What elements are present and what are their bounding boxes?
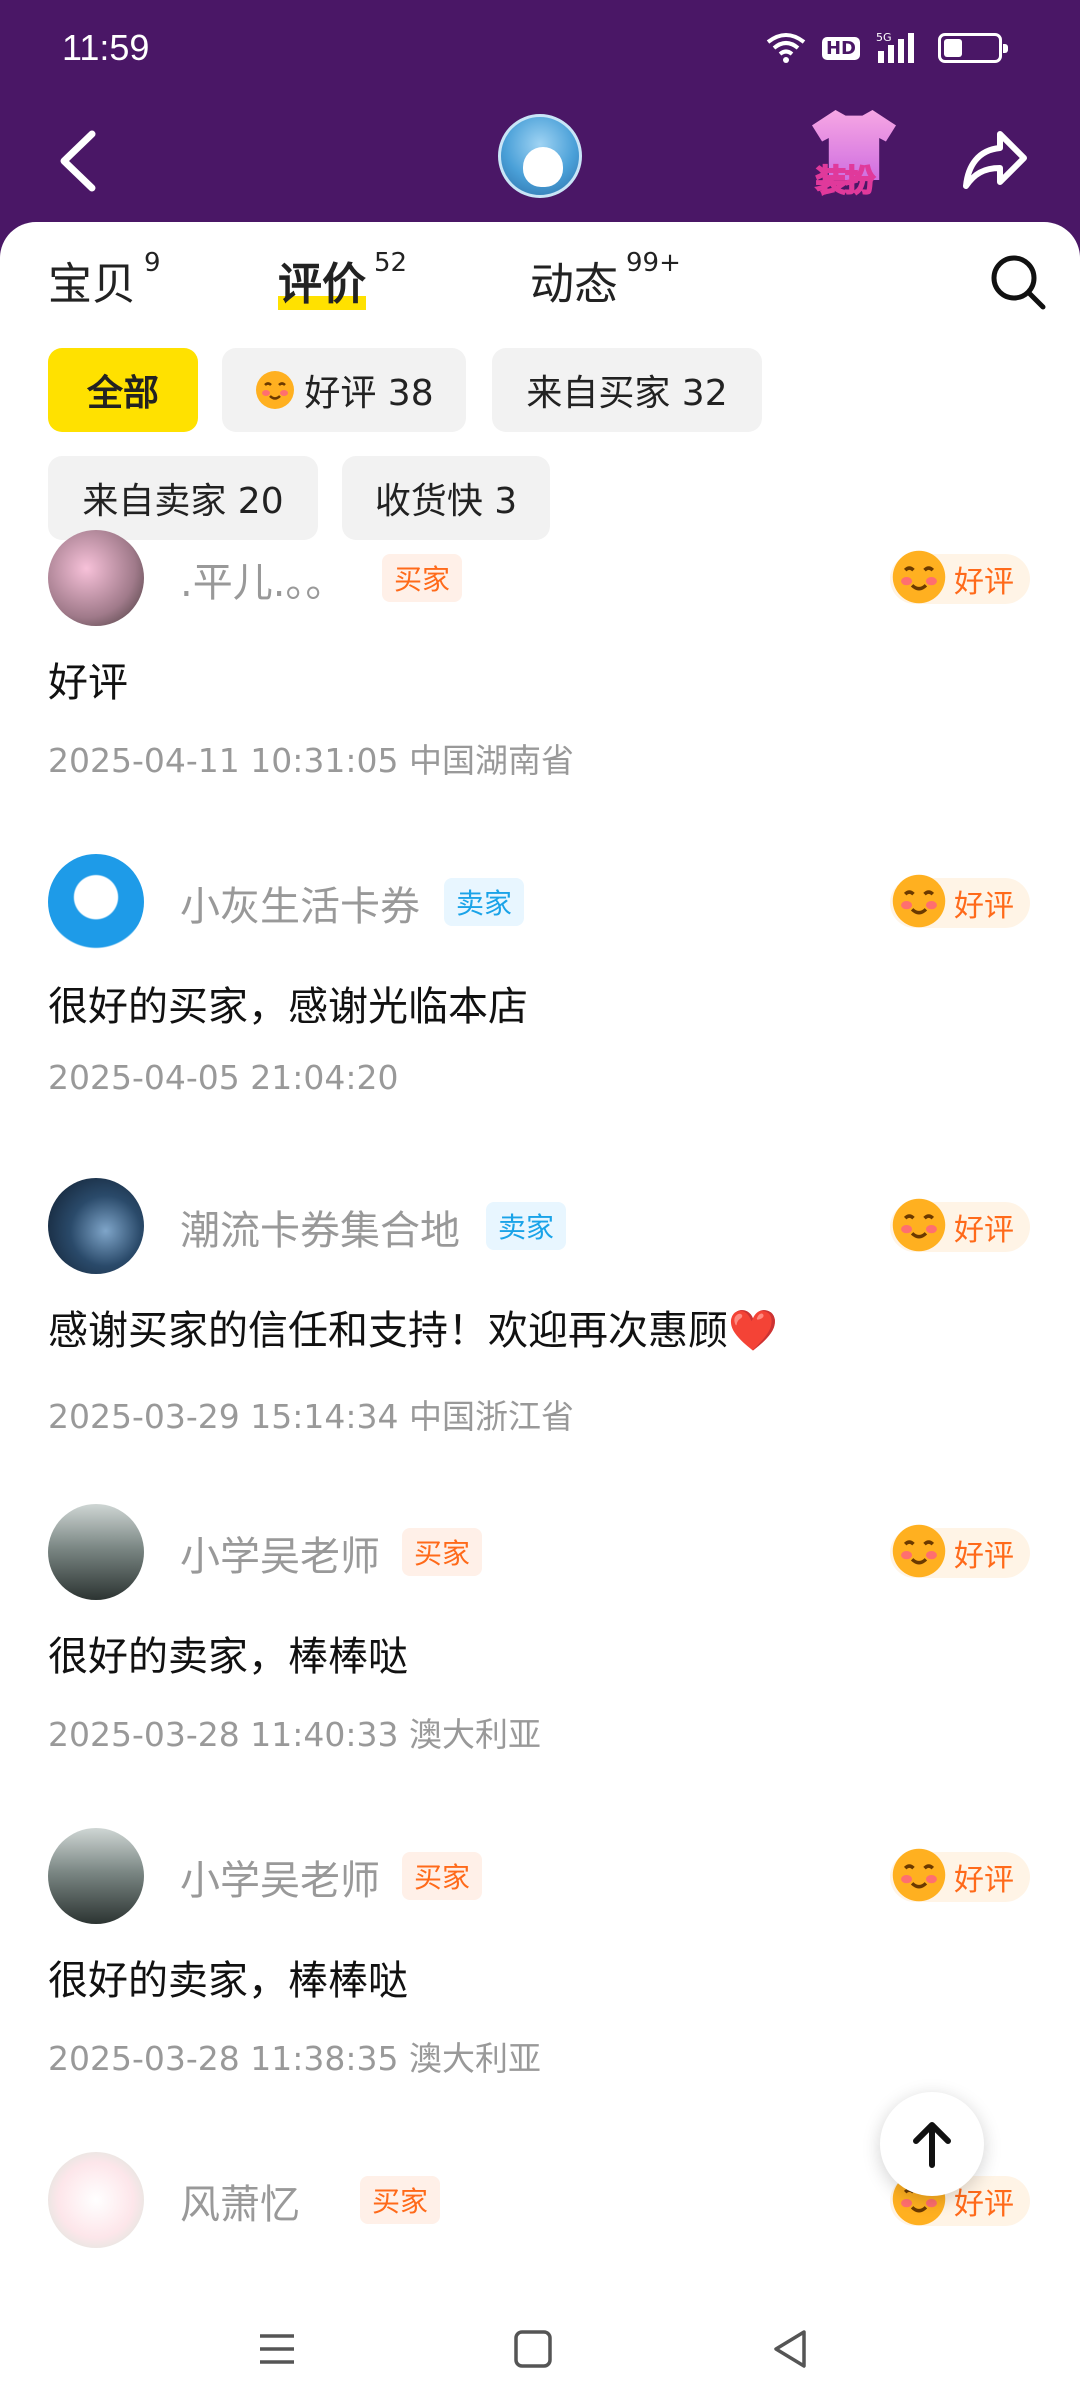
rating-label: 好评 [954, 1539, 1014, 1574]
smile-emoji-icon [892, 1198, 946, 1252]
rating-badge: 好评 [890, 874, 1030, 928]
rating-label: 好评 [954, 1213, 1014, 1248]
avatar[interactable] [48, 1828, 144, 1924]
scroll-to-top-button[interactable] [880, 2092, 984, 2196]
tab-reviews[interactable]: 评价 52 [278, 248, 407, 312]
review-meta: 2025-03-28 11:38:35 澳大利亚 [48, 2032, 541, 2080]
rating-badge: 好评 [890, 1524, 1030, 1578]
rating-badge: 好评 [890, 1848, 1030, 1902]
tab-count: 9 [144, 248, 161, 278]
share-icon[interactable] [960, 124, 1030, 194]
review-meta: 2025-03-28 11:40:33 澳大利亚 [48, 1708, 541, 1756]
tab-bar: 宝贝 9 评价 52 动态 99+ [0, 222, 1080, 342]
cat-illustration [523, 147, 563, 187]
review-comment: 好评 [48, 660, 128, 706]
menu-icon[interactable] [252, 2324, 302, 2374]
back-icon[interactable] [50, 126, 110, 196]
reviewer-name[interactable]: 小灰生活卡券 [180, 874, 420, 932]
role-badge: 买家 [360, 2176, 441, 2224]
review-location: 中国浙江省 [408, 1397, 574, 1436]
avatar[interactable] [48, 530, 144, 626]
rating-badge: 好评 [890, 1198, 1030, 1252]
reviewer-name[interactable]: 小学吴老师 [180, 1848, 380, 1906]
home-icon[interactable] [508, 2324, 558, 2374]
shop-avatar[interactable] [498, 114, 582, 198]
reviewer-name[interactable]: 风萧忆 [180, 2172, 320, 2230]
chip-label: 好评 38 [304, 373, 434, 414]
rating-label: 好评 [954, 565, 1014, 600]
role-badge: 买家 [402, 1528, 483, 1576]
reviewer-name[interactable]: 小学吴老师 [180, 1524, 380, 1582]
review-comment: 很好的卖家，棒棒哒 [48, 1958, 408, 2004]
dress-up-label: 装扮 [815, 163, 876, 200]
avatar[interactable] [48, 1178, 144, 1274]
review-location: 澳大利亚 [408, 2039, 541, 2078]
role-badge: 卖家 [486, 1202, 567, 1250]
smile-emoji-icon [256, 371, 295, 409]
filter-from-buyer[interactable]: 来自买家 32 [492, 348, 762, 432]
review-comment: 很好的卖家，棒棒哒 [48, 1634, 408, 1680]
top-nav: 装扮 [0, 96, 1080, 226]
arrow-up-icon [913, 2122, 951, 2168]
smile-emoji-icon [892, 874, 946, 928]
rating-label: 好评 [954, 889, 1014, 924]
avatar[interactable] [48, 2152, 144, 2248]
tab-label: 评价 [278, 248, 366, 312]
smile-emoji-icon [892, 550, 946, 604]
filter-from-seller[interactable]: 来自卖家 20 [48, 456, 318, 540]
review-time: 2025-03-28 11:38:35 [48, 2039, 399, 2078]
review-time: 2025-03-29 15:14:34 [48, 1397, 399, 1436]
tab-moments[interactable]: 动态 99+ [530, 248, 681, 312]
role-badge: 买家 [402, 1852, 483, 1900]
review-time: 2025-04-11 10:31:05 [48, 741, 399, 780]
tab-count: 99+ [626, 248, 681, 278]
review-meta: 2025-04-05 21:04:20 [48, 1058, 398, 1097]
chip-label: 来自买家 32 [526, 373, 728, 414]
filter-all[interactable]: 全部 [48, 348, 198, 432]
battery-icon [938, 33, 1008, 63]
review-comment: 感谢买家的信任和支持！欢迎再次惠顾❤️ [48, 1308, 778, 1354]
role-badge: 卖家 [444, 878, 525, 926]
review-comment: 很好的买家，感谢光临本店 [48, 984, 528, 1030]
tab-label: 宝贝 [48, 259, 136, 310]
back-nav-icon[interactable] [766, 2324, 816, 2374]
smile-emoji-icon [892, 1848, 946, 1902]
rating-badge: 好评 [890, 550, 1030, 604]
search-icon[interactable] [988, 252, 1048, 312]
tab-label: 动态 [530, 259, 618, 310]
svg-text:5G: 5G [876, 31, 892, 44]
review-location: 澳大利亚 [408, 1715, 541, 1754]
review-time: 2025-04-05 21:04:20 [48, 1058, 399, 1097]
status-time: 11:59 [62, 27, 150, 68]
review-meta: 2025-04-11 10:31:05 中国湖南省 [48, 734, 574, 782]
rating-label: 好评 [954, 1863, 1014, 1898]
review-meta: 2025-03-29 15:14:34 中国浙江省 [48, 1390, 574, 1438]
signal-icon: 5G [876, 31, 914, 63]
review-location: 中国湖南省 [408, 741, 574, 780]
chip-label: 收货快 3 [374, 481, 518, 522]
review-time: 2025-03-28 11:40:33 [48, 1715, 399, 1754]
status-bar: 11:59 HD 5G [0, 0, 1080, 96]
wifi-icon [766, 33, 806, 63]
filter-fast-delivery[interactable]: 收货快 3 [342, 456, 550, 540]
hd-icon: HD [821, 36, 860, 60]
avatar[interactable] [48, 854, 144, 950]
dress-up-button[interactable]: 装扮 [812, 110, 896, 200]
chip-label: 来自卖家 20 [82, 481, 284, 522]
smile-emoji-icon [892, 1524, 946, 1578]
role-badge: 买家 [382, 554, 463, 602]
avatar[interactable] [48, 1504, 144, 1600]
chip-label: 全部 [86, 373, 159, 414]
reviews-sheet: 宝贝 9 评价 52 动态 99+ 全部 好评 38 来自买家 32 来自卖家 … [0, 222, 1080, 2408]
reviewer-name[interactable]: 潮流卡券集合地 [180, 1198, 460, 1256]
system-nav-bar [0, 2290, 1080, 2408]
reviewer-name[interactable]: .平儿.。。 [180, 550, 345, 608]
tab-items[interactable]: 宝贝 9 [48, 248, 161, 312]
battery-fill [944, 39, 962, 57]
status-icons: HD 5G [766, 31, 1008, 65]
tab-count: 52 [374, 248, 408, 278]
filter-positive[interactable]: 好评 38 [222, 348, 466, 432]
